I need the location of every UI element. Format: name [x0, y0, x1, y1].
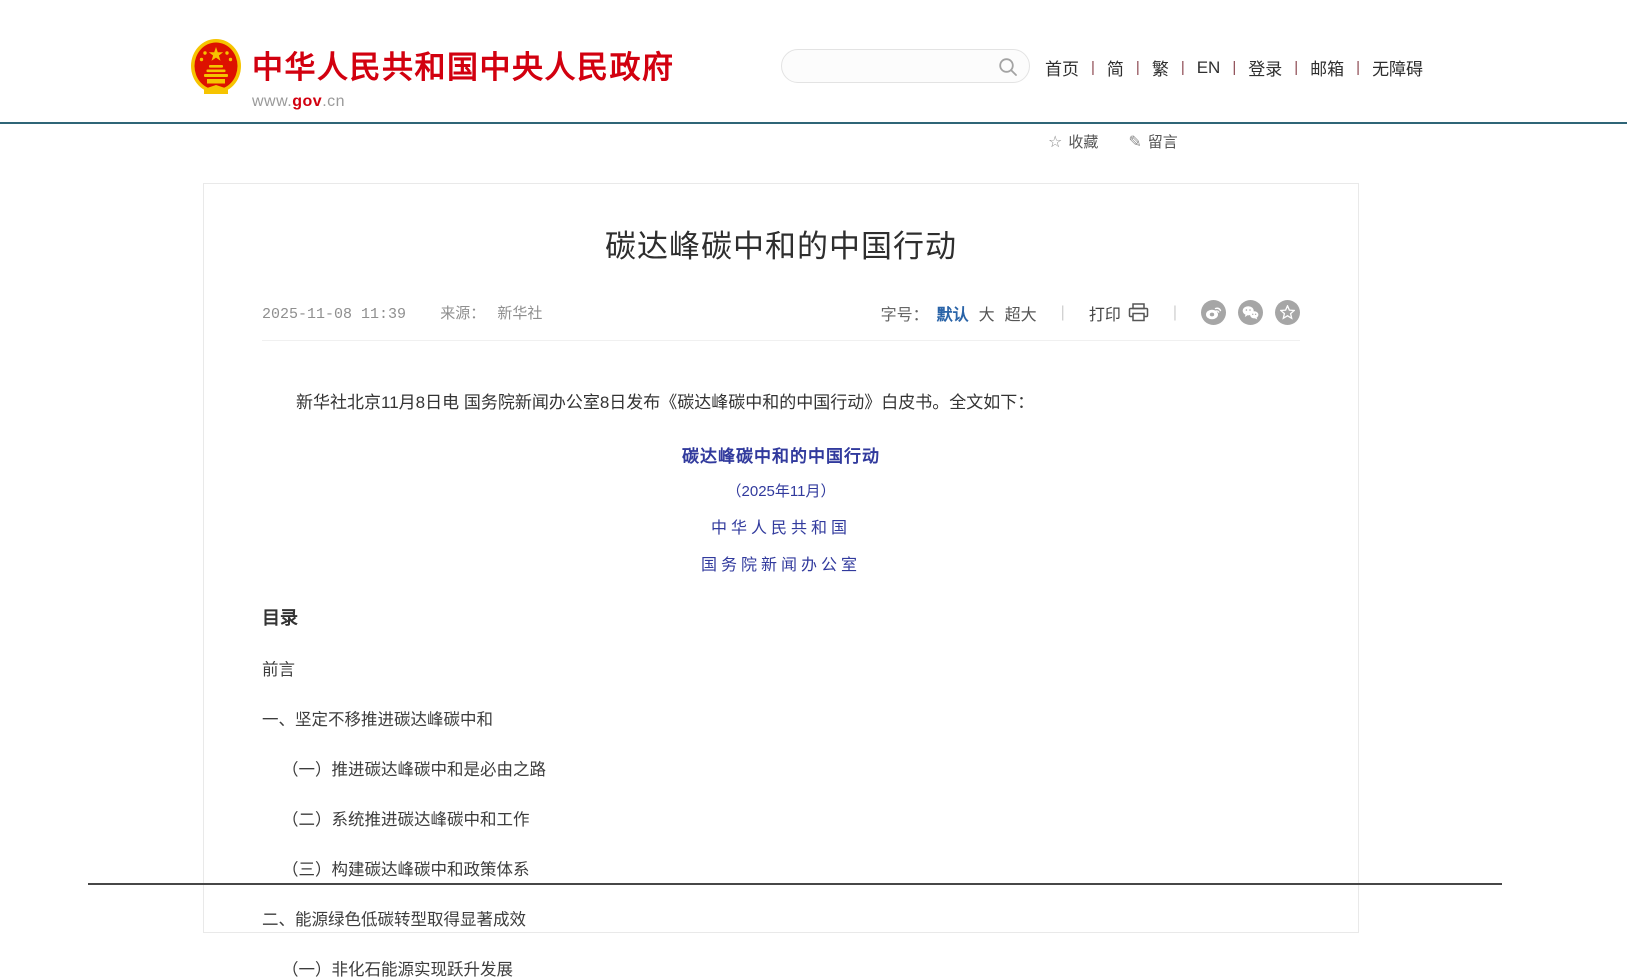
print-button[interactable]: 打印: [1089, 301, 1149, 325]
nav-mail[interactable]: 邮箱: [1310, 55, 1344, 80]
search-box: [781, 49, 1030, 83]
nav-accessibility[interactable]: 无障碍: [1372, 55, 1423, 80]
meta-separator: |: [1173, 304, 1177, 322]
star-share-icon[interactable]: [1275, 300, 1300, 325]
font-size-xlarge-button[interactable]: 超大: [1005, 301, 1037, 325]
toc-item: （二）系统推进碳达峰碳中和工作: [262, 806, 1300, 830]
article-title: 碳达峰碳中和的中国行动: [204, 221, 1358, 266]
nav-traditional[interactable]: 繁: [1152, 55, 1169, 80]
article-body: 新华社北京11月8日电 国务院新闻办公室8日发布《碳达峰碳中和的中国行动》白皮书…: [262, 390, 1300, 980]
document-author-line-1: 中华人民共和国: [262, 514, 1300, 538]
url-www: www.: [252, 93, 292, 110]
nav-english[interactable]: EN: [1197, 58, 1221, 78]
document-title: 碳达峰碳中和的中国行动: [262, 442, 1300, 467]
nav-login[interactable]: 登录: [1248, 55, 1282, 80]
meta-separator: |: [1061, 304, 1065, 322]
search-icon[interactable]: [998, 57, 1018, 77]
wechat-share-icon[interactable]: [1238, 300, 1263, 325]
toc-list: 前言一、坚定不移推进碳达峰碳中和 （一）推进碳达峰碳中和是必由之路 （二）系统推进碳…: [262, 656, 1300, 980]
toc-item: 一、坚定不移推进碳达峰碳中和: [262, 706, 1300, 730]
site-title: 中华人民共和国中央人民政府: [252, 42, 675, 87]
article-meta-left: 2025-11-08 11:39 来源： 新华社: [262, 302, 542, 323]
star-outline-icon: ☆: [1048, 132, 1062, 152]
nav-separator: |: [1091, 59, 1095, 76]
national-emblem-logo[interactable]: [190, 38, 242, 96]
toc-item: 前言: [262, 656, 1300, 680]
collect-button[interactable]: ☆ 收藏: [1048, 131, 1098, 152]
nav-separator: |: [1356, 59, 1360, 76]
site-url[interactable]: www.gov.cn: [252, 93, 675, 111]
nav-home[interactable]: 首页: [1045, 55, 1079, 80]
share-buttons: [1201, 300, 1300, 325]
font-size-large-button[interactable]: 大: [979, 301, 995, 325]
top-nav: 首页 | 简 | 繁 | EN | 登录 | 邮箱 | 无障碍: [1045, 55, 1423, 80]
header-divider-line: [0, 122, 1627, 124]
site-header: 中华人民共和国中央人民政府 www.gov.cn 首页 | 简 | 繁 | EN…: [0, 0, 1627, 122]
document-date: （2025年11月）: [262, 480, 1300, 501]
nav-separator: |: [1294, 59, 1298, 76]
weibo-share-icon[interactable]: [1201, 300, 1226, 325]
nav-separator: |: [1136, 59, 1140, 76]
page: { "header": { "site_title": "中华人民共和国中央人民…: [0, 0, 1627, 915]
nav-separator: |: [1181, 59, 1185, 76]
printer-icon: [1128, 303, 1149, 322]
source-name: 新华社: [497, 305, 542, 322]
toc-item: 二、能源绿色低碳转型取得显著成效: [262, 906, 1300, 930]
article-meta-right: 字号： 默认 大 超大 | 打印 |: [881, 300, 1300, 325]
article-meta-bar: 2025-11-08 11:39 来源： 新华社 字号： 默认 大 超大 | 打…: [262, 300, 1300, 341]
toc-item: （一）非化石能源实现跃升发展: [262, 956, 1300, 980]
url-gov: gov: [292, 93, 322, 110]
site-identity: 中华人民共和国中央人民政府 www.gov.cn: [252, 42, 675, 111]
lead-paragraph: 新华社北京11月8日电 国务院新闻办公室8日发布《碳达峰碳中和的中国行动》白皮书…: [262, 390, 1300, 416]
font-size-label: 字号：: [881, 301, 929, 325]
url-cn: .cn: [322, 93, 345, 110]
article-card: 碳达峰碳中和的中国行动 2025-11-08 11:39 来源： 新华社 字号：…: [203, 183, 1359, 933]
toc-heading: 目录: [262, 604, 1300, 630]
collect-label: 收藏: [1068, 131, 1098, 152]
message-label: 留言: [1148, 131, 1178, 152]
toc-item: （三）构建碳达峰碳中和政策体系: [262, 856, 1300, 880]
article-actions: ☆ 收藏 ✎ 留言: [1048, 131, 1178, 152]
publish-date: 2025-11-08 11:39: [262, 306, 406, 323]
nav-simplified[interactable]: 简: [1107, 55, 1124, 80]
search-input[interactable]: [782, 50, 1029, 82]
font-size-default-button[interactable]: 默认: [937, 301, 969, 325]
nav-separator: |: [1232, 59, 1236, 76]
message-button[interactable]: ✎ 留言: [1128, 131, 1177, 152]
pencil-icon: ✎: [1128, 132, 1141, 152]
document-author-line-2: 国务院新闻办公室: [262, 551, 1300, 575]
viewport-bottom-edge-line: [88, 883, 1502, 885]
toc-item: （一）推进碳达峰碳中和是必由之路: [262, 756, 1300, 780]
source-label: 来源：: [440, 305, 485, 322]
print-label: 打印: [1089, 301, 1121, 325]
